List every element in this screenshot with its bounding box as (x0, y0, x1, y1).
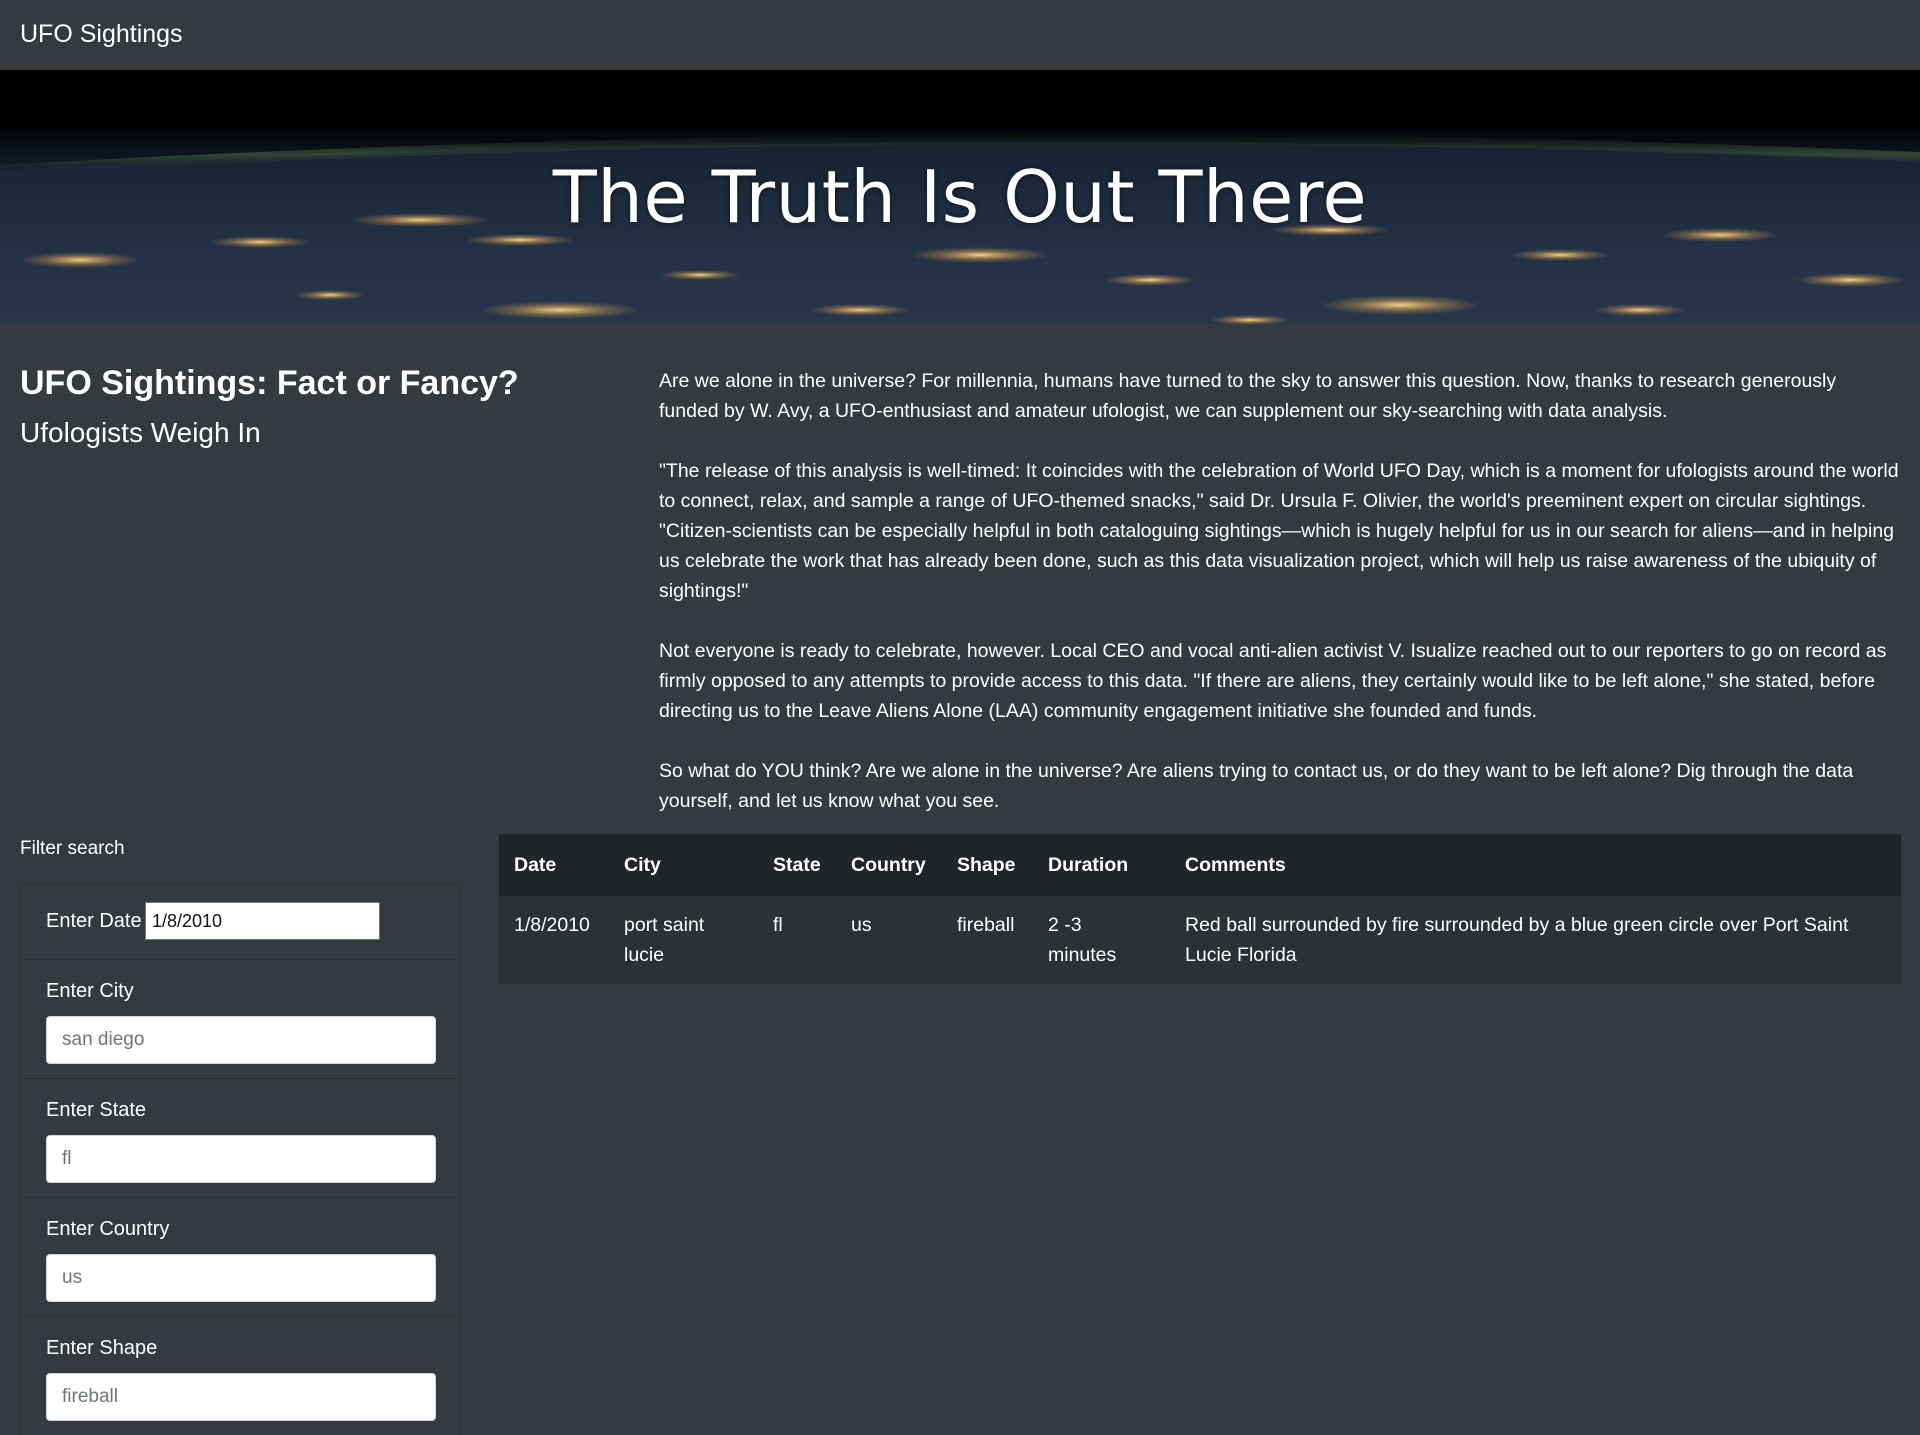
state-label: Enter State (46, 1099, 147, 1121)
cell-state: fl (758, 896, 836, 984)
ufo-table-container: Date City State Country Shape Duration C… (499, 834, 1901, 984)
column-header-comments: Comments (1170, 834, 1901, 896)
cell-date: 1/8/2010 (499, 896, 609, 984)
city-label: Enter City (46, 980, 134, 1002)
hero-title: The Truth Is Out There (552, 155, 1368, 239)
date-input[interactable] (145, 902, 380, 940)
heading-sub: Ufologists Weigh In (20, 417, 261, 448)
country-label: Enter Country (46, 1218, 170, 1240)
navbar-brand-link[interactable]: UFO Sightings (20, 20, 183, 49)
article-paragraph: Not everyone is ready to celebrate, howe… (659, 640, 1887, 722)
column-header-country: Country (836, 834, 942, 896)
heading-main: UFO Sightings: Fact or Fancy? (20, 364, 519, 402)
date-label: Enter Date (46, 910, 142, 932)
column-header-city: City (609, 834, 758, 896)
country-input[interactable] (46, 1254, 436, 1302)
hero-banner: The Truth Is Out There (0, 70, 1920, 324)
filter-list: Enter Date Enter City Enter State Enter … (20, 884, 460, 1435)
filter-search-title: Filter search (20, 838, 125, 859)
cell-comments: Red ball surrounded by fire surrounded b… (1170, 896, 1901, 984)
table-header-row: Date City State Country Shape Duration C… (499, 834, 1901, 896)
state-input[interactable] (46, 1135, 436, 1183)
cell-duration: 2 -3 minutes (1033, 896, 1170, 984)
page-heading: UFO Sightings: Fact or Fancy? Ufologists… (20, 362, 640, 459)
navbar: UFO Sightings (0, 0, 1920, 70)
filter-item-date: Enter Date (21, 885, 459, 960)
column-header-duration: Duration (1033, 834, 1170, 896)
article-body: Are we alone in the universe? For millen… (659, 366, 1899, 846)
column-header-shape: Shape (942, 834, 1033, 896)
cell-country: us (836, 896, 942, 984)
ufo-table: Date City State Country Shape Duration C… (499, 834, 1901, 984)
table-row: 1/8/2010 port saint lucie fl us fireball… (499, 896, 1901, 984)
cell-shape: fireball (942, 896, 1033, 984)
city-input[interactable] (46, 1016, 436, 1064)
filter-item-state: Enter State (21, 1079, 459, 1198)
column-header-state: State (758, 834, 836, 896)
column-header-date: Date (499, 834, 609, 896)
article-paragraph: Are we alone in the universe? For millen… (659, 370, 1837, 422)
article-paragraph: "The release of this analysis is well-ti… (659, 460, 1899, 602)
filter-item-city: Enter City (21, 960, 459, 1079)
shape-label: Enter Shape (46, 1337, 158, 1359)
cell-city: port saint lucie (609, 896, 758, 984)
article-paragraph: So what do YOU think? Are we alone in th… (659, 760, 1854, 812)
shape-input[interactable] (46, 1373, 436, 1421)
filter-item-shape: Enter Shape (21, 1317, 459, 1435)
filter-item-country: Enter Country (21, 1198, 459, 1317)
